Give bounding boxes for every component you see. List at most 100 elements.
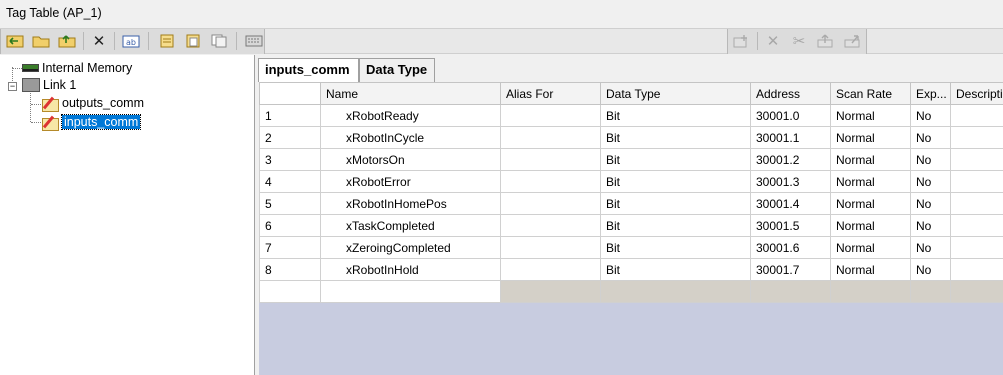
description-cell[interactable] bbox=[950, 126, 1003, 149]
data-type-cell[interactable]: Bit bbox=[600, 148, 751, 171]
scissors-icon[interactable]: ✂ bbox=[788, 31, 810, 51]
address-cell[interactable]: 30001.5 bbox=[750, 214, 831, 237]
description-cell[interactable] bbox=[950, 170, 1003, 193]
address-cell[interactable]: 30001.6 bbox=[750, 236, 831, 259]
row-number-cell[interactable]: 2 bbox=[259, 126, 321, 149]
row-number-cell[interactable]: 4 bbox=[259, 170, 321, 193]
description-cell[interactable] bbox=[950, 214, 1003, 237]
alias-cell[interactable] bbox=[500, 170, 601, 193]
table-row[interactable]: 1 xRobotReady Bit 30001.0 Normal No bbox=[259, 104, 1003, 127]
export-icon[interactable] bbox=[841, 31, 863, 51]
alias-cell[interactable] bbox=[500, 192, 601, 215]
data-type-cell[interactable]: Bit bbox=[600, 170, 751, 193]
new-row-tag-name-cell[interactable] bbox=[320, 280, 501, 303]
export-cell[interactable]: No bbox=[910, 258, 951, 281]
keyboard-icon[interactable] bbox=[243, 31, 265, 51]
export-cell[interactable]: No bbox=[910, 236, 951, 259]
column-header-data-type[interactable]: Data Type bbox=[600, 82, 751, 105]
column-header-description[interactable]: Description bbox=[950, 82, 1003, 105]
scan-rate-cell[interactable]: Normal bbox=[830, 192, 911, 215]
new-row-row-number-cell[interactable] bbox=[259, 280, 321, 303]
column-header-name[interactable]: Name bbox=[320, 82, 501, 105]
row-number-cell[interactable]: 6 bbox=[259, 214, 321, 237]
row-number-cell[interactable]: 7 bbox=[259, 236, 321, 259]
rename-icon[interactable]: ab bbox=[120, 31, 142, 51]
row-number-cell[interactable]: 8 bbox=[259, 258, 321, 281]
export-cell[interactable]: No bbox=[910, 170, 951, 193]
scan-rate-cell[interactable]: Normal bbox=[830, 236, 911, 259]
alias-cell[interactable] bbox=[500, 214, 601, 237]
export-cell[interactable]: No bbox=[910, 104, 951, 127]
new-row-address-cell[interactable] bbox=[750, 280, 831, 303]
tag-name-cell[interactable]: xRobotError bbox=[320, 170, 501, 193]
alias-cell[interactable] bbox=[500, 104, 601, 127]
description-cell[interactable] bbox=[950, 258, 1003, 281]
new-row-description-cell[interactable] bbox=[950, 280, 1003, 303]
export-cell[interactable]: No bbox=[910, 192, 951, 215]
data-type-cell[interactable]: Bit bbox=[600, 192, 751, 215]
table-row[interactable]: 7 xZeroingCompleted Bit 30001.6 Normal No bbox=[259, 236, 1003, 259]
alias-cell[interactable] bbox=[500, 126, 601, 149]
address-cell[interactable]: 30001.1 bbox=[750, 126, 831, 149]
data-type-cell[interactable]: Bit bbox=[600, 258, 751, 281]
address-cell[interactable]: 30001.2 bbox=[750, 148, 831, 171]
column-header-scan-rate[interactable]: Scan Rate bbox=[830, 82, 911, 105]
address-cell[interactable]: 30001.4 bbox=[750, 192, 831, 215]
new-row-data-type-cell[interactable] bbox=[600, 280, 751, 303]
table-row[interactable]: 6 xTaskCompleted Bit 30001.5 Normal No bbox=[259, 214, 1003, 237]
duplicate-icon[interactable] bbox=[208, 31, 230, 51]
tab-data-type[interactable]: Data Type bbox=[359, 58, 435, 82]
data-type-cell[interactable]: Bit bbox=[600, 126, 751, 149]
tree-item-outputs-comm[interactable]: outputs_comm bbox=[41, 95, 144, 112]
column-header-address[interactable]: Address bbox=[750, 82, 831, 105]
export-cell[interactable]: No bbox=[910, 214, 951, 237]
row-number-cell[interactable]: 1 bbox=[259, 104, 321, 127]
address-cell[interactable]: 30001.7 bbox=[750, 258, 831, 281]
column-header-export[interactable]: Exp... bbox=[910, 82, 951, 105]
tag-name-cell[interactable]: xRobotInHomePos bbox=[320, 192, 501, 215]
export-cell[interactable]: No bbox=[910, 126, 951, 149]
description-cell[interactable] bbox=[950, 104, 1003, 127]
scan-rate-cell[interactable]: Normal bbox=[830, 126, 911, 149]
delete-icon[interactable]: ✕ bbox=[88, 31, 110, 51]
paste-icon[interactable] bbox=[182, 31, 204, 51]
tag-name-cell[interactable]: xRobotReady bbox=[320, 104, 501, 127]
description-cell[interactable] bbox=[950, 192, 1003, 215]
row-number-cell[interactable]: 5 bbox=[259, 192, 321, 215]
new-row-alias-cell[interactable] bbox=[500, 280, 601, 303]
scan-rate-cell[interactable]: Normal bbox=[830, 170, 911, 193]
open-folder-icon[interactable] bbox=[30, 31, 52, 51]
export-tags-icon[interactable] bbox=[56, 31, 78, 51]
data-type-cell[interactable]: Bit bbox=[600, 214, 751, 237]
new-tag-row[interactable] bbox=[259, 280, 1003, 303]
table-row[interactable]: 3 xMotorsOn Bit 30001.2 Normal No bbox=[259, 148, 1003, 171]
tag-name-cell[interactable]: xMotorsOn bbox=[320, 148, 501, 171]
table-row[interactable]: 5 xRobotInHomePos Bit 30001.4 Normal No bbox=[259, 192, 1003, 215]
tag-name-cell[interactable]: xRobotInHold bbox=[320, 258, 501, 281]
tab-inputs-comm[interactable]: inputs_comm bbox=[258, 58, 359, 82]
export-cell[interactable]: No bbox=[910, 148, 951, 171]
tag-name-cell[interactable]: xTaskCompleted bbox=[320, 214, 501, 237]
tag-name-cell[interactable]: xRobotInCycle bbox=[320, 126, 501, 149]
scan-rate-cell[interactable]: Normal bbox=[830, 258, 911, 281]
alias-cell[interactable] bbox=[500, 236, 601, 259]
table-row[interactable]: 4 xRobotError Bit 30001.3 Normal No bbox=[259, 170, 1003, 193]
tree-item-link-1[interactable]: Link 1 bbox=[22, 77, 76, 93]
add-tag-icon[interactable] bbox=[730, 31, 752, 51]
scan-rate-cell[interactable]: Normal bbox=[830, 214, 911, 237]
row-number-cell[interactable]: 3 bbox=[259, 148, 321, 171]
column-header-alias[interactable]: Alias For bbox=[500, 82, 601, 105]
alias-cell[interactable] bbox=[500, 148, 601, 171]
tree-item-internal-memory[interactable]: Internal Memory bbox=[22, 60, 132, 76]
collapse-expander[interactable]: − bbox=[8, 82, 17, 91]
tag-name-cell[interactable]: xZeroingCompleted bbox=[320, 236, 501, 259]
description-cell[interactable] bbox=[950, 148, 1003, 171]
table-row[interactable]: 2 xRobotInCycle Bit 30001.1 Normal No bbox=[259, 126, 1003, 149]
alias-cell[interactable] bbox=[500, 258, 601, 281]
new-row-scan-rate-cell[interactable] bbox=[830, 280, 911, 303]
scan-rate-cell[interactable]: Normal bbox=[830, 148, 911, 171]
scan-rate-cell[interactable]: Normal bbox=[830, 104, 911, 127]
tree-item-inputs-comm[interactable]: inputs_comm bbox=[41, 114, 142, 131]
cut-tag-icon[interactable]: ✕ bbox=[762, 31, 784, 51]
table-row[interactable]: 8 xRobotInHold Bit 30001.7 Normal No bbox=[259, 258, 1003, 281]
